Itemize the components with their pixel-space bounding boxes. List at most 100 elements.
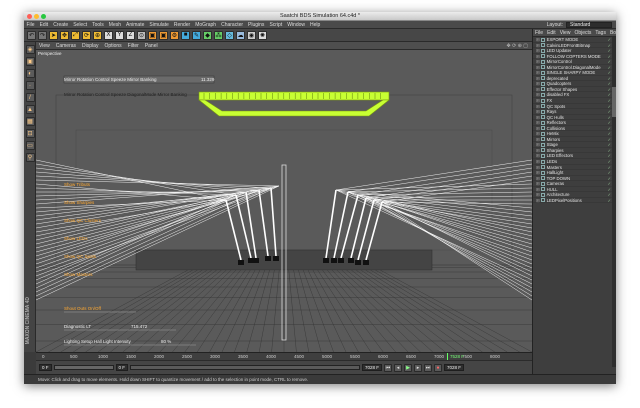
hud-toggle-2[interactable]: Show QC Clusters <box>64 218 101 223</box>
range-slider[interactable] <box>53 365 114 370</box>
rotate-icon[interactable]: ⟳ <box>82 30 91 40</box>
expand-icon[interactable]: ⊞ <box>536 76 540 81</box>
prev-key-button[interactable]: ◂ <box>394 363 403 372</box>
viewport[interactable]: Perspective Mirror Rotation Control Spee… <box>36 50 532 352</box>
menu-tools[interactable]: Tools <box>90 21 107 29</box>
expand-icon[interactable]: ⊞ <box>536 48 540 53</box>
camera-icon[interactable]: ◉ <box>247 30 256 40</box>
hud-toggle-1[interactable]: Show Sharpies <box>64 200 94 205</box>
expand-icon[interactable]: ⊞ <box>536 115 540 120</box>
expand-icon[interactable]: ⊞ <box>536 126 540 131</box>
scroll-thumb[interactable] <box>612 87 616 117</box>
goto-end-button[interactable]: ⏭ <box>424 363 433 372</box>
menu-character[interactable]: Character <box>219 21 246 29</box>
object-menu-edit[interactable]: Edit <box>545 29 558 36</box>
object-menu-objects[interactable]: Objects <box>572 29 593 36</box>
edge-mode-icon[interactable]: / <box>25 93 35 102</box>
light-icon[interactable]: ✺ <box>258 30 267 40</box>
expand-icon[interactable]: ⊞ <box>536 187 540 192</box>
subdivision-icon[interactable]: ◆ <box>203 30 212 40</box>
visibility-check-icon[interactable]: ✓ <box>608 198 611 204</box>
expand-icon[interactable]: ⊞ <box>536 54 540 59</box>
uv-mode-icon[interactable]: ▦ <box>25 117 35 126</box>
scale-icon[interactable]: ⤢ <box>71 30 80 40</box>
move-icon[interactable]: ✥ <box>60 30 69 40</box>
record-button[interactable]: ● <box>434 363 443 372</box>
make-editable-icon[interactable]: ◈ <box>25 45 35 54</box>
menu-plugins[interactable]: Plugins <box>246 21 267 29</box>
viewport-menu-filter[interactable]: Filter <box>125 42 142 50</box>
expand-icon[interactable]: ⊞ <box>536 153 540 158</box>
expand-icon[interactable]: ⊞ <box>536 120 540 125</box>
expand-icon[interactable]: ⊞ <box>536 81 540 86</box>
undo-icon[interactable]: ↶ <box>27 30 36 40</box>
goto-start-button[interactable]: ⏮ <box>384 363 393 372</box>
menu-edit[interactable]: Edit <box>37 21 51 29</box>
environment-icon[interactable]: ☁ <box>236 30 245 40</box>
object-menu-view[interactable]: View <box>558 29 573 36</box>
expand-icon[interactable]: ⊞ <box>536 37 540 42</box>
mirror-frame-top[interactable] <box>198 91 390 101</box>
hud-toggle-0[interactable]: Show Tributs <box>64 182 90 187</box>
layout-selector[interactable]: Layout: Standard <box>547 22 612 28</box>
end-frame-field-2[interactable]: 7028 F <box>444 364 465 371</box>
timeline-ruler[interactable]: 0 500 1000 1500 2000 2500 3000 3500 4000 4500 5000… <box>36 352 532 361</box>
expand-icon[interactable]: ⊞ <box>536 131 540 136</box>
pen-icon[interactable]: ✎ <box>192 30 201 40</box>
hud-diagonal-mode[interactable]: Mirror Rotation Control Speeze DiagonalM… <box>64 92 187 97</box>
array-icon[interactable]: ⁂ <box>214 30 223 40</box>
viewport-menu-view[interactable]: View <box>36 42 53 50</box>
live-select-icon[interactable]: ➤ <box>49 30 58 40</box>
expand-icon[interactable]: ⊞ <box>536 170 540 175</box>
expand-icon[interactable]: ⊞ <box>536 198 540 203</box>
expand-icon[interactable]: ⊞ <box>536 70 540 75</box>
cube-icon[interactable]: ■ <box>181 30 190 40</box>
menu-animate[interactable]: Animate <box>124 21 147 29</box>
menu-file[interactable]: File <box>24 21 37 29</box>
snap-mode-icon[interactable]: ⊡ <box>25 129 35 138</box>
menu-create[interactable]: Create <box>51 21 71 29</box>
hud-toggle-4[interactable]: Show QC Spots <box>64 254 96 259</box>
viewport-menu-display[interactable]: Display <box>79 42 101 50</box>
expand-icon[interactable]: ⊞ <box>536 59 540 64</box>
object-menu-file[interactable]: File <box>533 29 545 36</box>
end-frame-field[interactable]: 7028 F <box>362 364 383 371</box>
menu-mograph[interactable]: MoGraph <box>193 21 219 29</box>
menu-simulate[interactable]: Simulate <box>147 21 171 29</box>
expand-icon[interactable]: ⊞ <box>536 176 540 181</box>
expand-icon[interactable]: ⊞ <box>536 192 540 197</box>
texture-mode-icon[interactable]: ◐ <box>25 69 35 78</box>
hud-shout-outs[interactable]: Shout Outs On/Off <box>64 306 101 311</box>
render-settings-icon[interactable]: ⚙ <box>170 30 179 40</box>
z-axis-icon[interactable]: Z <box>126 30 135 40</box>
viewport-menu-options[interactable]: Options <box>101 42 124 50</box>
viewport-menu-cameras[interactable]: Cameras <box>53 42 79 50</box>
play-button[interactable]: ▶ <box>404 363 413 372</box>
expand-icon[interactable]: ⊞ <box>536 137 540 142</box>
menu-render[interactable]: Render <box>171 21 192 29</box>
start-frame-field[interactable]: 0 F <box>39 364 52 371</box>
expand-icon[interactable]: ⊞ <box>536 159 540 164</box>
polygon-mode-icon[interactable]: ▲ <box>25 105 35 114</box>
object-scrollbar[interactable] <box>612 37 616 367</box>
point-mode-icon[interactable]: · <box>25 81 35 90</box>
viewport-menu-panel[interactable]: Panel <box>142 42 161 50</box>
next-key-button[interactable]: ▸ <box>414 363 423 372</box>
object-row[interactable]: ⊞ LEDPixelPositions ✓ <box>533 198 613 204</box>
render-to-picture-viewer-icon[interactable]: ▣ <box>159 30 168 40</box>
render-view-icon[interactable]: ▣ <box>148 30 157 40</box>
hud-mirror-rotation[interactable]: Mirror Rotation Control Speeze Mirror Ba… <box>64 77 157 82</box>
expand-icon[interactable]: ⊞ <box>536 165 540 170</box>
expand-icon[interactable]: ⊞ <box>536 148 540 153</box>
layout-select[interactable]: Standard <box>566 22 612 28</box>
hud-toggle-5[interactable]: Show Masters <box>64 272 93 277</box>
menu-select[interactable]: Select <box>71 21 90 29</box>
expand-icon[interactable]: ⊞ <box>536 98 540 103</box>
world-coord-icon[interactable]: ⊙ <box>137 30 146 40</box>
hud-hall-light[interactable]: Lighting Setup Hall Light Intensity <box>64 339 131 344</box>
deformer-icon[interactable]: ◇ <box>225 30 234 40</box>
workplane-icon[interactable]: ▭ <box>25 141 35 150</box>
menu-help[interactable]: Help <box>308 21 323 29</box>
x-axis-icon[interactable]: X <box>104 30 113 40</box>
hud-diagnostic[interactable]: Diagnostic LT <box>64 324 91 329</box>
